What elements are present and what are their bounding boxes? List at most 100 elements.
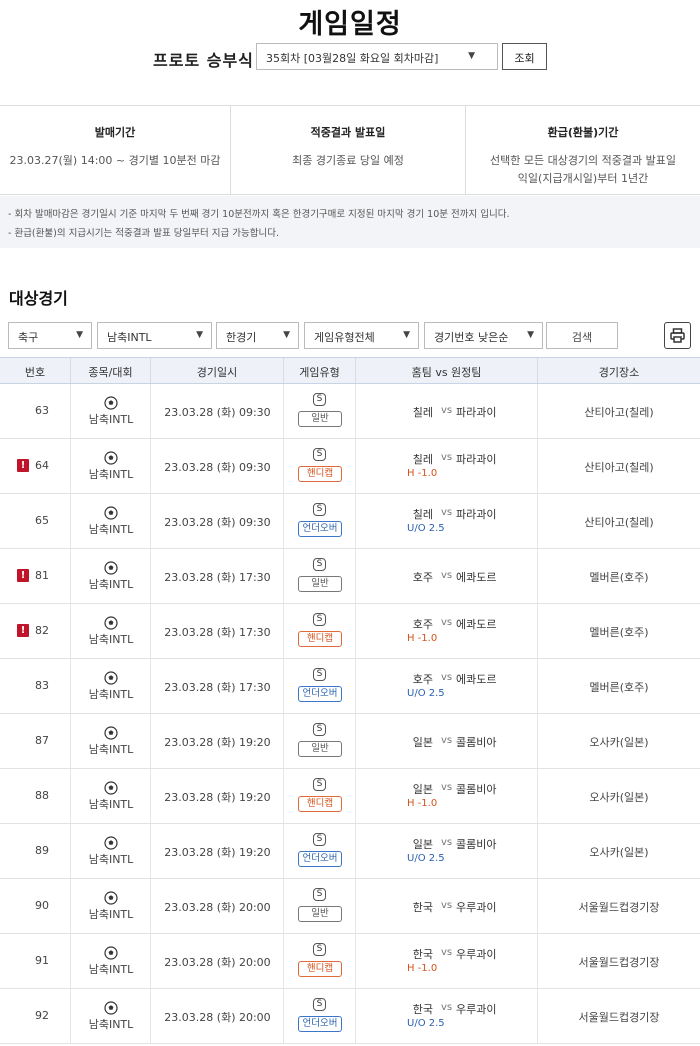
s-badge-icon: S [313, 393, 326, 406]
league-filter-select[interactable]: 남축INTL ▼ [97, 322, 212, 349]
match-number: 90 [35, 899, 49, 912]
teams-cell: 일본 vs 콜롬비아 [356, 714, 538, 768]
away-team: 에콰도르 [456, 618, 497, 631]
teams-cell: 호주 vs 에콰도르 [356, 549, 538, 603]
number-cell: ! 81 [0, 549, 71, 603]
column-header-number: 번호 [0, 358, 71, 383]
league-name: 남축INTL [88, 743, 134, 756]
round-select[interactable]: 35회차 [03월28일 화요일 회차마감] ▼ [256, 43, 498, 70]
table-row[interactable]: 87 남축INTL 23.03.28 (화) 19:20 S 일반 일본 vs 콜롬비아 오사카… [0, 714, 700, 769]
type-cell: S 핸디캡 [284, 604, 356, 658]
date-cell: 23.03.28 (화) 19:20 [151, 714, 284, 768]
sport-cell: 남축INTL [71, 989, 151, 1043]
match-datetime: 23.03.28 (화) 09:30 [164, 461, 271, 474]
match-number: 87 [35, 734, 49, 747]
s-badge-icon: S [313, 448, 326, 461]
sport-cell: 남축INTL [71, 604, 151, 658]
s-badge-icon: S [313, 943, 326, 956]
teams-cell: 한국 vs 우루과이 U/O 2.5 [356, 989, 538, 1043]
teams-cell: 칠레 vs 파라과이 [356, 384, 538, 438]
table-body: 63 남축INTL 23.03.28 (화) 09:30 S 일반 칠레 vs 파라과이 산티아… [0, 384, 700, 1044]
date-cell: 23.03.28 (화) 09:30 [151, 494, 284, 548]
game-type-badge: 핸디캡 [298, 796, 342, 812]
type-cell: S 일반 [284, 549, 356, 603]
sort-select[interactable]: 경기번호 낮은순 ▼ [424, 322, 543, 349]
type-cell: S 핸디캡 [284, 769, 356, 823]
table-row[interactable]: 65 남축INTL 23.03.28 (화) 09:30 S 언더오버 칠레 vs 파라과이 U… [0, 494, 700, 549]
refund-period: 환급(환불)기간 선택한 모든 대상경기의 적중결과 발표일 익일(지급개시일)… [466, 106, 700, 195]
search-button[interactable]: 검색 [546, 322, 618, 349]
sport-cell: 남축INTL [71, 714, 151, 768]
query-button[interactable]: 조회 [502, 43, 547, 70]
result-date-heading: 적중결과 발표일 [310, 126, 386, 139]
venue-cell: 산티아고(칠레) [538, 494, 700, 548]
table-row[interactable]: 90 남축INTL 23.03.28 (화) 20:00 S 일반 한국 vs 우루과이 서울월… [0, 879, 700, 934]
betting-line: H -1.0 [407, 963, 438, 974]
result-date: 적중결과 발표일 최종 경기종료 당일 예정 [231, 106, 466, 195]
match-number: 81 [35, 569, 49, 582]
league-filter-value: 남축INTL [107, 331, 152, 344]
s-badge-icon: S [313, 998, 326, 1011]
game-type-select[interactable]: 게임유형전체 ▼ [304, 322, 419, 349]
table-row[interactable]: ! 64 남축INTL 23.03.28 (화) 09:30 S 핸디캡 칠레 vs 파라과이 H… [0, 439, 700, 494]
match-datetime: 23.03.28 (화) 17:30 [164, 626, 271, 639]
betting-line: U/O 2.5 [407, 523, 445, 534]
column-header-sport: 종목/대회 [71, 358, 151, 383]
teams-cell: 일본 vs 콜롬비아 U/O 2.5 [356, 824, 538, 878]
league-name: 남축INTL [88, 688, 134, 701]
match-count-value: 한경기 [226, 331, 257, 344]
sport-cell: 남축INTL [71, 769, 151, 823]
sport-filter-select[interactable]: 축구 ▼ [8, 322, 92, 349]
venue-cell: 오사카(일본) [538, 824, 700, 878]
home-team: 칠레 [412, 508, 433, 521]
vs-label: vs [441, 617, 453, 628]
vs-label: vs [441, 507, 453, 518]
refund-period-line: 익일(지급개시일)부터 1년간 [517, 172, 649, 185]
game-type-badge: 일반 [298, 576, 342, 592]
table-row[interactable]: ! 81 남축INTL 23.03.28 (화) 17:30 S 일반 호주 vs 에콰도르 멜버… [0, 549, 700, 604]
betting-line: U/O 2.5 [407, 688, 445, 699]
print-button[interactable] [664, 322, 691, 349]
number-cell: 88 [0, 769, 71, 823]
table-row[interactable]: 92 남축INTL 23.03.28 (화) 20:00 S 언더오버 한국 vs 우루과이 U… [0, 989, 700, 1044]
date-cell: 23.03.28 (화) 19:20 [151, 824, 284, 878]
league-name: 남축INTL [88, 578, 134, 591]
round-label: 프로토 승부식 [153, 51, 254, 70]
vs-label: vs [441, 452, 453, 463]
s-badge-icon: S [313, 833, 326, 846]
vs-label: vs [441, 837, 453, 848]
match-number: 91 [35, 954, 49, 967]
number-cell: ! 82 [0, 604, 71, 658]
table-row[interactable]: ! 82 남축INTL 23.03.28 (화) 17:30 S 핸디캡 호주 vs 에콰도르 H… [0, 604, 700, 659]
table-row[interactable]: 89 남축INTL 23.03.28 (화) 19:20 S 언더오버 일본 vs 콜롬비아 U… [0, 824, 700, 879]
sport-cell: 남축INTL [71, 824, 151, 878]
match-datetime: 23.03.28 (화) 09:30 [164, 516, 271, 529]
result-date-value: 최종 경기종료 당일 예정 [292, 154, 404, 167]
game-type-badge: 언더오버 [298, 851, 342, 867]
home-team: 칠레 [412, 453, 433, 466]
type-cell: S 일반 [284, 384, 356, 438]
table-row[interactable]: 88 남축INTL 23.03.28 (화) 19:20 S 핸디캡 일본 vs 콜롬비아 H … [0, 769, 700, 824]
number-cell: 90 [0, 879, 71, 933]
match-datetime: 23.03.28 (화) 20:00 [164, 1011, 271, 1024]
type-cell: S 일반 [284, 714, 356, 768]
table-row[interactable]: 83 남축INTL 23.03.28 (화) 17:30 S 언더오버 호주 vs 에콰도르 U… [0, 659, 700, 714]
home-team: 일본 [412, 838, 433, 851]
table-row[interactable]: 91 남축INTL 23.03.28 (화) 20:00 S 핸디캡 한국 vs 우루과이 H … [0, 934, 700, 989]
sort-value: 경기번호 낮은순 [434, 331, 509, 344]
type-cell: S 핸디캡 [284, 439, 356, 493]
teams-cell: 한국 vs 우루과이 [356, 879, 538, 933]
table-row[interactable]: 63 남축INTL 23.03.28 (화) 09:30 S 일반 칠레 vs 파라과이 산티아… [0, 384, 700, 439]
betting-line: U/O 2.5 [407, 1018, 445, 1029]
teams-cell: 칠레 vs 파라과이 H -1.0 [356, 439, 538, 493]
venue-name: 오사카(일본) [589, 791, 649, 804]
type-cell: S 언더오버 [284, 659, 356, 713]
match-datetime: 23.03.28 (화) 09:30 [164, 406, 271, 419]
match-count-select[interactable]: 한경기 ▼ [216, 322, 299, 349]
venue-cell: 서울월드컵경기장 [538, 934, 700, 988]
match-datetime: 23.03.28 (화) 17:30 [164, 571, 271, 584]
venue-cell: 서울월드컵경기장 [538, 989, 700, 1043]
sale-period-heading: 발매기간 [94, 126, 136, 139]
match-number: 89 [35, 844, 49, 857]
venue-cell: 멜버른(호주) [538, 604, 700, 658]
